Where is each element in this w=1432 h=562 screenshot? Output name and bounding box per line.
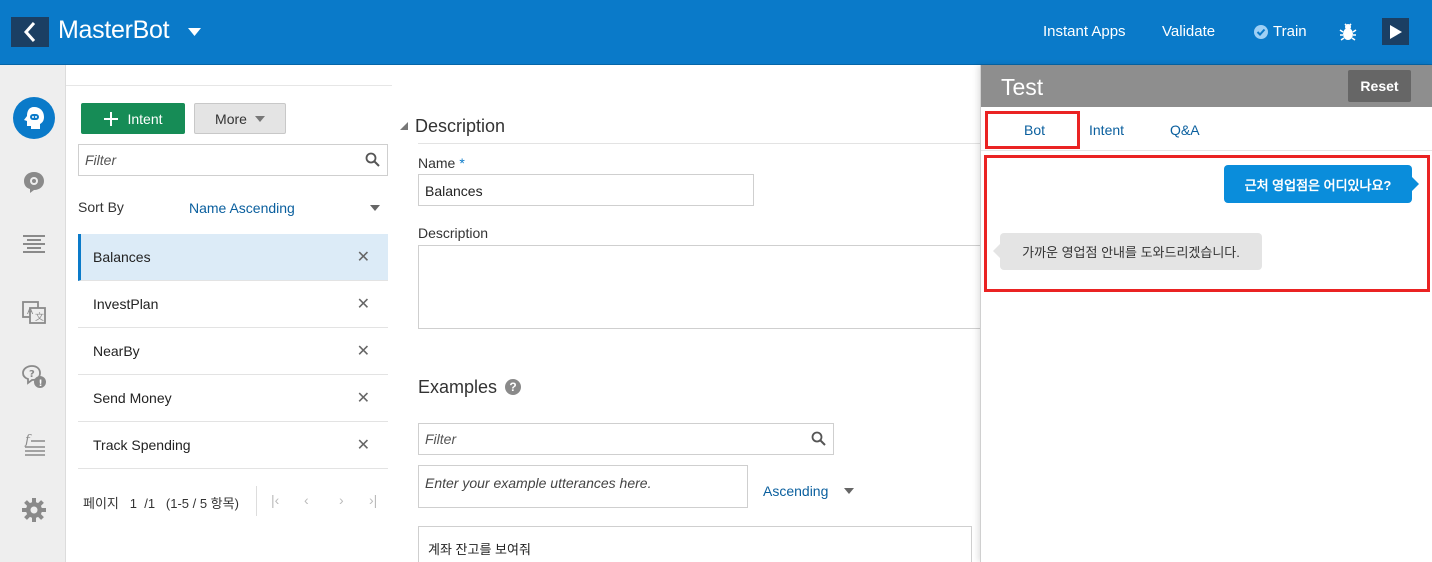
- description-field-label: Description: [418, 225, 489, 241]
- rail-resource-bundles-button[interactable]: A 文: [13, 291, 55, 333]
- close-icon[interactable]: ✕: [357, 294, 370, 314]
- validate-link[interactable]: Validate: [1162, 23, 1215, 40]
- function-icon: f: [24, 433, 45, 456]
- entities-gear-bubble-icon: [24, 172, 44, 193]
- translate-icon: A 文: [22, 301, 46, 324]
- chevron-left-icon: [23, 22, 36, 42]
- section-divider: [418, 143, 980, 144]
- instant-apps-link[interactable]: Instant Apps: [1043, 23, 1126, 40]
- svg-text:A: A: [27, 307, 34, 317]
- svg-text:文: 文: [35, 311, 44, 323]
- bot-head-icon: [24, 107, 44, 129]
- svg-text:?: ?: [29, 369, 35, 380]
- tab-bot[interactable]: Bot: [1024, 122, 1045, 138]
- utterance-input[interactable]: Enter your example utterances here.: [418, 465, 748, 508]
- intent-label: NearBy: [93, 343, 140, 359]
- intent-list-item[interactable]: Track Spending ✕: [78, 422, 388, 469]
- bot-message-bubble: 가까운 영업점 안내를 도와드리겠습니다.: [993, 233, 1262, 270]
- debug-bug-icon[interactable]: [1339, 22, 1357, 42]
- chevron-down-icon: [254, 115, 265, 122]
- examples-section-title: Examples: [418, 377, 498, 397]
- rail-components-button[interactable]: f: [13, 423, 55, 465]
- total-pages: /1: [144, 496, 156, 511]
- back-button[interactable]: [11, 17, 49, 47]
- rail-settings-button[interactable]: [13, 489, 55, 531]
- search-icon[interactable]: [365, 152, 380, 167]
- pager-divider: [256, 486, 257, 516]
- bot-name-title: MasterBot: [58, 16, 170, 44]
- svg-text:!: !: [39, 379, 43, 389]
- intent-label: Track Spending: [93, 437, 191, 453]
- intent-filter-input[interactable]: [79, 145, 387, 175]
- close-icon[interactable]: ✕: [357, 435, 370, 455]
- sort-by-label: Sort By: [78, 199, 124, 215]
- search-icon[interactable]: [811, 431, 826, 446]
- add-intent-label: Intent: [127, 110, 163, 127]
- tab-intent[interactable]: Intent: [1089, 122, 1124, 138]
- close-icon[interactable]: ✕: [357, 247, 370, 267]
- pagination-info: 페이지 1 /1 (1-5 / 5 항목): [83, 493, 239, 512]
- preview-play-button[interactable]: [1382, 18, 1409, 45]
- reset-button[interactable]: Reset: [1348, 70, 1411, 102]
- intent-list-item[interactable]: NearBy ✕: [78, 328, 388, 375]
- help-icon[interactable]: ?: [505, 379, 521, 395]
- add-intent-button[interactable]: Intent: [81, 103, 185, 134]
- intent-list-item[interactable]: InvestPlan ✕: [78, 281, 388, 328]
- more-label: More: [215, 110, 247, 127]
- intent-label: InvestPlan: [93, 296, 159, 312]
- user-message-bubble: 근처 영업점은 어디있나요?: [1224, 165, 1419, 203]
- page-label: 페이지: [83, 496, 119, 511]
- plus-icon: [104, 111, 119, 126]
- examples-filter-field[interactable]: [418, 423, 834, 455]
- example-sort-chevron-down-icon[interactable]: [844, 488, 854, 494]
- top-header: MasterBot Instant Apps Validate Train: [0, 0, 1432, 65]
- bot-switcher-caret-icon[interactable]: [188, 28, 201, 37]
- qna-bubble-icon: ? !: [22, 365, 46, 389]
- flows-lines-icon: [23, 235, 45, 253]
- play-icon: [1389, 24, 1402, 39]
- last-page-icon[interactable]: ›|: [369, 492, 377, 508]
- rail-qna-button[interactable]: ? !: [13, 355, 55, 397]
- train-link[interactable]: Train: [1273, 23, 1307, 40]
- item-range: (1-5 / 5 항목): [165, 496, 239, 511]
- gear-icon: [22, 498, 46, 522]
- sort-by-select[interactable]: Name Ascending: [189, 200, 295, 216]
- intent-label: Balances: [93, 249, 151, 265]
- required-marker: *: [459, 155, 465, 171]
- rail-intents-button[interactable]: [13, 97, 55, 139]
- description-section-title: Description: [415, 116, 506, 136]
- svg-text:f: f: [24, 433, 32, 448]
- first-page-icon[interactable]: |‹: [271, 492, 279, 508]
- current-page[interactable]: 1: [130, 496, 137, 511]
- examples-filter-input[interactable]: [419, 424, 833, 454]
- name-field-label: Name *: [418, 155, 465, 171]
- intent-list-item[interactable]: Balances ✕: [78, 234, 388, 281]
- rail-flows-button[interactable]: [13, 223, 55, 265]
- example-sort-select[interactable]: Ascending: [763, 483, 828, 499]
- tab-qna[interactable]: Q&A: [1170, 122, 1200, 138]
- sort-chevron-down-icon[interactable]: [370, 205, 380, 211]
- intent-filter-field[interactable]: [78, 144, 388, 176]
- intent-list-item[interactable]: Send Money ✕: [78, 375, 388, 422]
- navigation-rail: A 文 ? ! f: [0, 65, 66, 562]
- description-textarea[interactable]: [418, 245, 984, 329]
- prev-page-icon[interactable]: ‹: [304, 492, 309, 508]
- intent-label: Send Money: [93, 390, 172, 406]
- test-panel-header: Test Reset: [981, 65, 1432, 107]
- next-page-icon[interactable]: ›: [339, 492, 344, 508]
- close-icon[interactable]: ✕: [357, 341, 370, 361]
- tabs-divider: [981, 150, 1432, 151]
- intent-name-input[interactable]: Balances: [418, 174, 754, 206]
- test-panel: Test Reset Bot Intent Q&A 근처 영업점은 어디있나요?…: [980, 65, 1432, 562]
- close-icon[interactable]: ✕: [357, 388, 370, 408]
- example-utterance-row[interactable]: 계좌 잔고를 보여줘: [418, 526, 972, 562]
- more-button[interactable]: More: [194, 103, 286, 134]
- check-circle-icon: [1254, 25, 1268, 39]
- name-label-text: Name: [418, 155, 456, 171]
- rail-entities-button[interactable]: [13, 161, 55, 203]
- test-panel-title: Test: [1001, 74, 1044, 100]
